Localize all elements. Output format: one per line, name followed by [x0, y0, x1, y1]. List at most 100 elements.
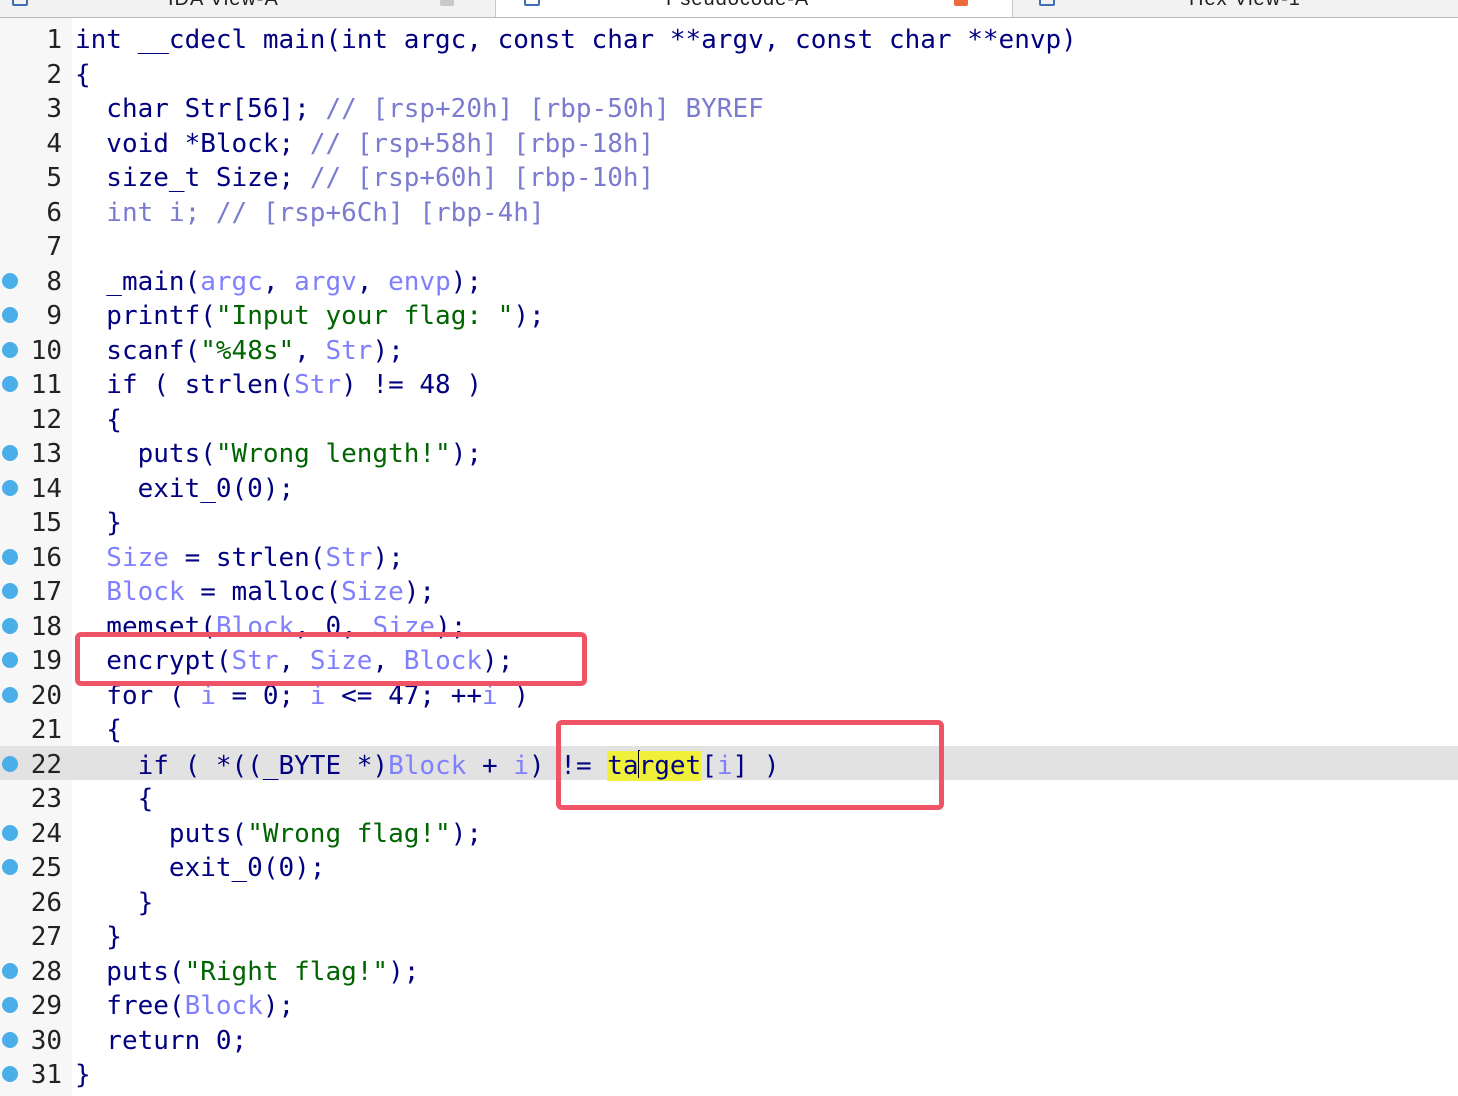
code-line[interactable]: 17 Block = malloc(Size); [0, 573, 1458, 608]
code-line[interactable]: 7 [0, 228, 1458, 263]
code-line[interactable]: 26 } [0, 884, 1458, 919]
code-token: ); [372, 542, 404, 573]
code-token: Str [325, 335, 373, 366]
code-token: char Str[56]; [75, 94, 326, 124]
code-text: scanf("%48s", Str); [75, 335, 404, 366]
code-token: Block [388, 750, 467, 781]
code-text: { [75, 784, 154, 814]
code-line[interactable]: 25 exit_0(0); [0, 849, 1458, 884]
code-text: { [75, 405, 122, 435]
code-text: Size = strlen(Str); [75, 542, 404, 573]
code-line[interactable]: 31} [0, 1056, 1458, 1091]
line-number: 27 [30, 922, 62, 952]
code-token: i [513, 750, 529, 781]
code-token: argc [200, 266, 263, 297]
line-number: 14 [30, 473, 62, 504]
code-text: } [75, 887, 154, 918]
code-token: return 0; [75, 1025, 248, 1056]
code-token: "Right flag!" [184, 956, 389, 987]
code-token: puts( [75, 956, 185, 987]
code-line[interactable]: 13 puts("Wrong length!"); [0, 435, 1458, 470]
encrypt-call-annotation-box [75, 632, 587, 686]
hex-view-icon [1039, 0, 1055, 6]
pseudocode-icon [524, 0, 540, 6]
tab-pseudocode-a[interactable]: Pseudocode-A [496, 0, 1013, 17]
code-token: , [356, 266, 389, 297]
code-token: } [75, 887, 154, 918]
code-token: Block [75, 577, 185, 607]
code-token: if ( *((_BYTE *) [75, 750, 389, 781]
code-line[interactable]: 10 scanf("%48s", Str); [0, 332, 1458, 367]
code-token: // [rsp+20h] [rbp-50h] BYREF [325, 94, 764, 124]
line-number: 15 [30, 508, 62, 538]
code-line[interactable]: 12 { [0, 401, 1458, 436]
code-token: ); [450, 439, 483, 469]
code-text: puts("Wrong length!"); [75, 439, 482, 469]
line-number: 11 [30, 370, 62, 400]
code-text: printf("Input your flag: "); [75, 301, 544, 331]
code-text: { [75, 715, 122, 745]
code-line[interactable]: 3 char Str[56]; // [rsp+20h] [rbp-50h] B… [0, 90, 1458, 125]
line-number: 5 [46, 163, 62, 193]
code-token: , [294, 335, 326, 366]
code-line[interactable]: 8 _main(argc, argv, envp); [0, 263, 1458, 298]
code-text: puts("Right flag!"); [75, 957, 419, 987]
code-line[interactable]: 15 } [0, 504, 1458, 539]
code-token: scanf( [75, 335, 201, 366]
tab-label: IDA View-A [168, 0, 279, 11]
code-text: } [75, 1060, 91, 1090]
code-line[interactable]: 6 int i; // [rsp+6Ch] [rbp-4h] [0, 194, 1458, 229]
code-token: ); [372, 335, 404, 366]
tab-hex-view-1[interactable]: Hex View-1 [1013, 0, 1458, 17]
code-line[interactable]: 1 int __cdecl main(int argc, const char *… [0, 21, 1458, 56]
tab-ida-view-a[interactable]: IDA View-A [0, 0, 496, 17]
code-token: "Wrong length!" [215, 439, 451, 469]
code-line[interactable]: 2{ [0, 56, 1458, 91]
code-token: puts( [75, 439, 216, 469]
code-line[interactable]: 5 size_t Size; // [rsp+60h] [rbp-10h] [0, 159, 1458, 194]
code-line[interactable]: 27 } [0, 918, 1458, 953]
code-token: Size [75, 542, 169, 573]
line-number: 25 [30, 853, 62, 883]
code-text: int __cdecl main(int argc, const char **… [75, 25, 1077, 55]
code-line[interactable]: 11 if ( strlen(Str) != 48 ) [0, 366, 1458, 401]
code-token: "Input your flag: " [215, 301, 514, 331]
tab-label: Pseudocode-A [666, 0, 809, 11]
code-token: = strlen( [168, 542, 326, 573]
line-number: 26 [30, 887, 62, 918]
line-number: 21 [30, 715, 62, 745]
code-line[interactable]: 9 printf("Input your flag: "); [0, 297, 1458, 332]
line-number: 4 [46, 128, 62, 159]
line-number: 6 [46, 197, 62, 228]
code-token: ); [403, 577, 436, 607]
code-line[interactable]: 24 puts("Wrong flag!"); [0, 815, 1458, 850]
line-number: 17 [30, 577, 62, 607]
code-token: size_t Size; [75, 163, 310, 193]
line-number: 20 [30, 680, 62, 711]
code-line[interactable]: 29 free(Block); [0, 987, 1458, 1022]
code-token: } [75, 508, 122, 538]
code-token: { [75, 404, 122, 435]
code-line[interactable]: 28 puts("Right flag!"); [0, 953, 1458, 988]
graph-view-icon [12, 0, 28, 6]
code-line[interactable]: 4 void *Block; // [rsp+58h] [rbp-18h] [0, 125, 1458, 160]
code-token: if ( strlen( [75, 370, 295, 400]
line-number: 12 [30, 404, 62, 435]
code-token: Str [294, 370, 342, 400]
code-token: { [75, 59, 91, 90]
line-number: 31 [30, 1060, 62, 1090]
code-line[interactable]: 16 Size = strlen(Str); [0, 539, 1458, 574]
close-icon[interactable] [440, 0, 454, 6]
code-token: ); [388, 956, 420, 987]
tab-bar: IDA View-A Pseudocode-A Hex View-1 [0, 0, 1458, 18]
code-token: Block [184, 991, 263, 1021]
code-token: ); [450, 818, 482, 849]
code-line[interactable]: 30 return 0; [0, 1022, 1458, 1057]
code-token: int __cdecl main(int argc, const char **… [75, 25, 1077, 55]
code-token: ) != 48 ) [341, 370, 483, 400]
code-token: { [75, 784, 154, 814]
line-number: 8 [46, 266, 62, 297]
code-line[interactable]: 14 exit_0(0); [0, 470, 1458, 505]
close-icon[interactable] [954, 0, 968, 6]
code-text: exit_0(0); [75, 853, 326, 883]
